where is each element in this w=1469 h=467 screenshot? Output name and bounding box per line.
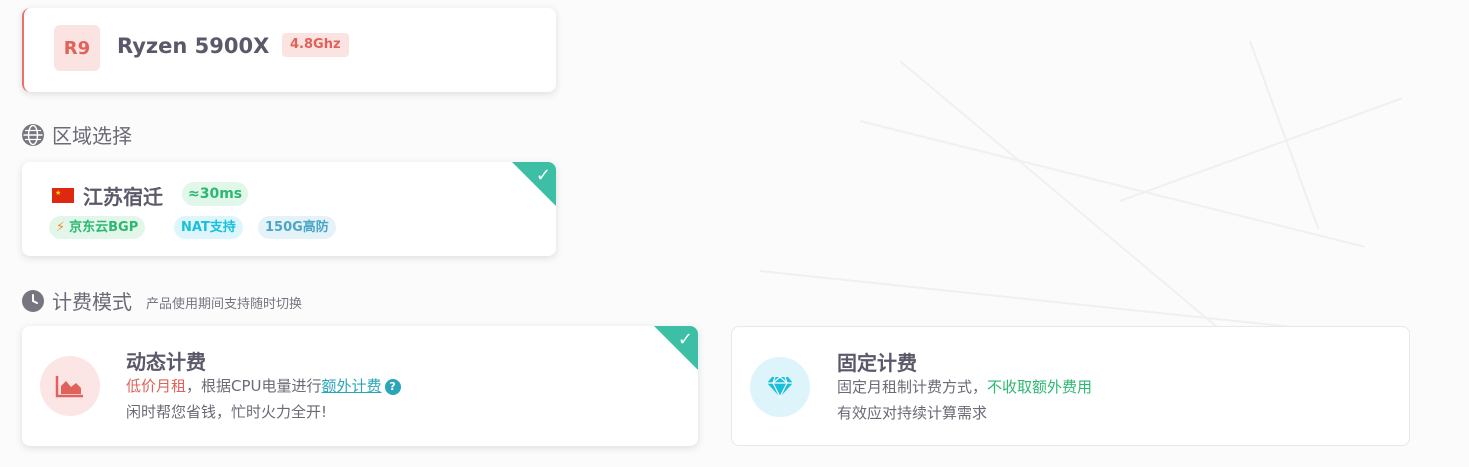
region-name: 江苏宿迁 — [83, 185, 163, 209]
region-section-title: 区域选择 — [52, 124, 132, 148]
billing-section-title: 计费模式 — [52, 290, 132, 314]
billing-option-fixed[interactable]: 固定计费 固定月租制计费方式，不收取额外费用 有效应对持续计算需求 — [731, 326, 1410, 446]
tag-ddos: 150G高防 — [258, 216, 336, 239]
billing-section-subtitle: 产品使用期间支持随时切换 — [146, 297, 303, 312]
diamond-icon — [750, 357, 810, 417]
billing-option-dynamic[interactable]: 动态计费 低价月租，根据CPU电量进行额外计费? 闲时帮您省钱，忙时火力全开! … — [22, 326, 698, 446]
cpu-badge: R9 — [54, 25, 100, 71]
region-card-jiangsu-suqian[interactable]: ★ 江苏宿迁 ≈30ms ⚡ 京东云BGP NAT支持 150G高防 ✓ — [22, 162, 556, 256]
billing-dynamic-title: 动态计费 — [126, 350, 206, 374]
ping-badge: ≈30ms — [182, 182, 249, 206]
cpu-card[interactable]: R9 Ryzen 5900X 4.8Ghz — [22, 8, 556, 92]
help-icon[interactable]: ? — [384, 379, 401, 395]
check-icon: ✓ — [677, 329, 693, 350]
billing-dynamic-desc: 低价月租，根据CPU电量进行额外计费? — [126, 375, 401, 396]
tag-jd-bgp: ⚡ 京东云BGP — [49, 216, 146, 239]
check-icon: ✓ — [535, 165, 551, 186]
extra-billing-link[interactable]: 额外计费 — [322, 377, 382, 395]
desc-text: ，根据CPU电量进行 — [186, 377, 322, 395]
region-section-header: 区域选择 — [22, 120, 132, 149]
cpu-name: Ryzen 5900X — [117, 34, 270, 58]
billing-fixed-desc-2: 有效应对持续计算需求 — [837, 404, 988, 422]
chart-area-icon — [40, 356, 100, 416]
china-flag-icon: ★ — [52, 188, 74, 203]
clock-icon — [22, 289, 44, 312]
billing-dynamic-desc-2: 闲时帮您省钱，忙时火力全开! — [126, 403, 328, 421]
tag-label: 京东云BGP — [69, 220, 139, 235]
bolt-icon: ⚡ — [56, 220, 66, 235]
globe-icon — [22, 123, 44, 146]
price-highlight: 低价月租 — [126, 377, 187, 395]
billing-fixed-desc: 固定月租制计费方式，不收取额外费用 — [837, 376, 1092, 397]
desc-text: 固定月租制计费方式， — [837, 378, 988, 396]
cpu-frequency-badge: 4.8Ghz — [282, 33, 349, 57]
tag-nat: NAT支持 — [174, 216, 243, 239]
page: R9 Ryzen 5900X 4.8Ghz 区域选择 ★ 江苏宿迁 ≈30ms … — [0, 0, 1469, 467]
no-extra-fee-highlight: 不收取额外费用 — [987, 378, 1093, 396]
billing-fixed-title: 固定计费 — [837, 351, 917, 375]
billing-section-header: 计费模式 产品使用期间支持随时切换 — [22, 286, 302, 315]
